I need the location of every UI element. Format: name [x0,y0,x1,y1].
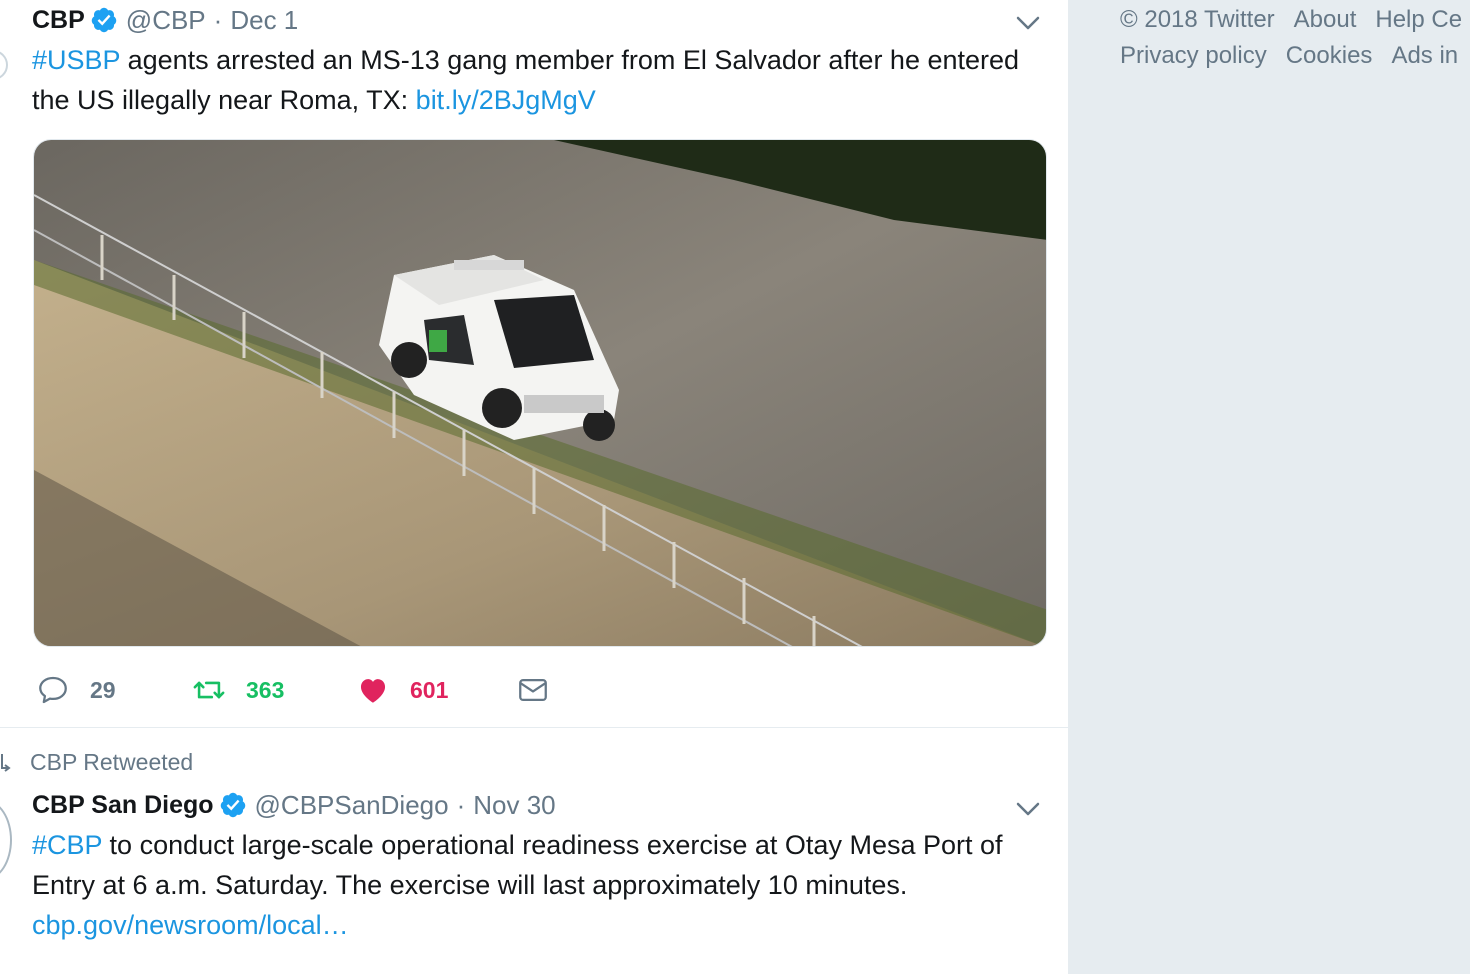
hashtag-link[interactable]: #USBP [32,45,120,75]
footer-link-privacy[interactable]: Privacy policy [1120,42,1267,69]
hashtag-link[interactable]: #CBP [32,830,102,860]
tweet-date[interactable]: Dec 1 [230,5,298,36]
chevron-down-icon[interactable] [1014,798,1042,820]
separator: · [213,4,223,35]
like-action[interactable]: 601 [356,673,516,707]
tweet-header: CBP @CBP · Dec 1 [32,2,298,38]
tweet-body: to conduct large-scale operational readi… [32,830,1003,900]
right-sidebar: © 2018 Twitter About Help Ce Privacy polic… [1068,0,1470,974]
retweet-count: 363 [246,676,285,703]
footer-link-ads[interactable]: Ads in [1391,42,1458,69]
tweet-photo[interactable] [33,139,1047,647]
photo-border-vehicle [34,140,1046,646]
footer-link-help[interactable]: Help Ce [1375,6,1462,33]
retweet-action[interactable]: 363 [192,673,356,707]
author-name[interactable]: CBP San Diego [32,791,214,820]
tweet-cbp-dec1[interactable]: CBP @CBP · Dec 1 #USBP agents arrested a… [0,0,1068,728]
retweet-small-icon [1,754,11,772]
tweet-actions: 29 363 601 [36,668,550,712]
retweet-icon [193,681,225,699]
retweeted-text[interactable]: CBP Retweeted [30,749,193,776]
url-link[interactable]: bit.ly/2BJgMgV [416,85,596,115]
avatar[interactable] [0,50,8,80]
footer-link-cookies[interactable]: Cookies [1286,42,1373,69]
chevron-down-icon[interactable] [1014,12,1042,34]
url-link[interactable]: cbp.gov/newsroom/local… [32,910,349,940]
reply-action[interactable]: 29 [36,673,192,707]
heart-icon [360,679,386,703]
like-count: 601 [410,676,449,703]
tweet-text: #CBP to conduct large-scale operational … [32,825,1042,945]
avatar[interactable] [0,800,12,880]
footer-copyright: © 2018 Twitter [1120,6,1275,33]
envelope-icon [519,678,547,702]
reply-count: 29 [90,676,116,703]
footer-links: © 2018 Twitter About Help Ce Privacy polic… [1120,2,1470,74]
message-action[interactable] [516,673,550,707]
verified-badge-icon [220,792,245,818]
separator: · [456,789,466,820]
author-handle[interactable]: @CBP [126,5,206,36]
retweeted-label: CBP Retweeted [0,744,193,780]
tweet-text: #USBP agents arrested an MS-13 gang memb… [32,40,1032,120]
author-handle[interactable]: @CBPSanDiego [255,790,449,821]
verified-badge-icon [91,7,117,33]
tweet-date[interactable]: Nov 30 [473,790,555,821]
author-name[interactable]: CBP [32,6,85,35]
timeline: CBP @CBP · Dec 1 #USBP agents arrested a… [0,0,1068,974]
reply-icon [39,676,67,704]
footer-link-about[interactable]: About [1294,6,1357,33]
tweet-header: CBP San Diego @CBPSanDiego · Nov 30 [32,786,556,824]
